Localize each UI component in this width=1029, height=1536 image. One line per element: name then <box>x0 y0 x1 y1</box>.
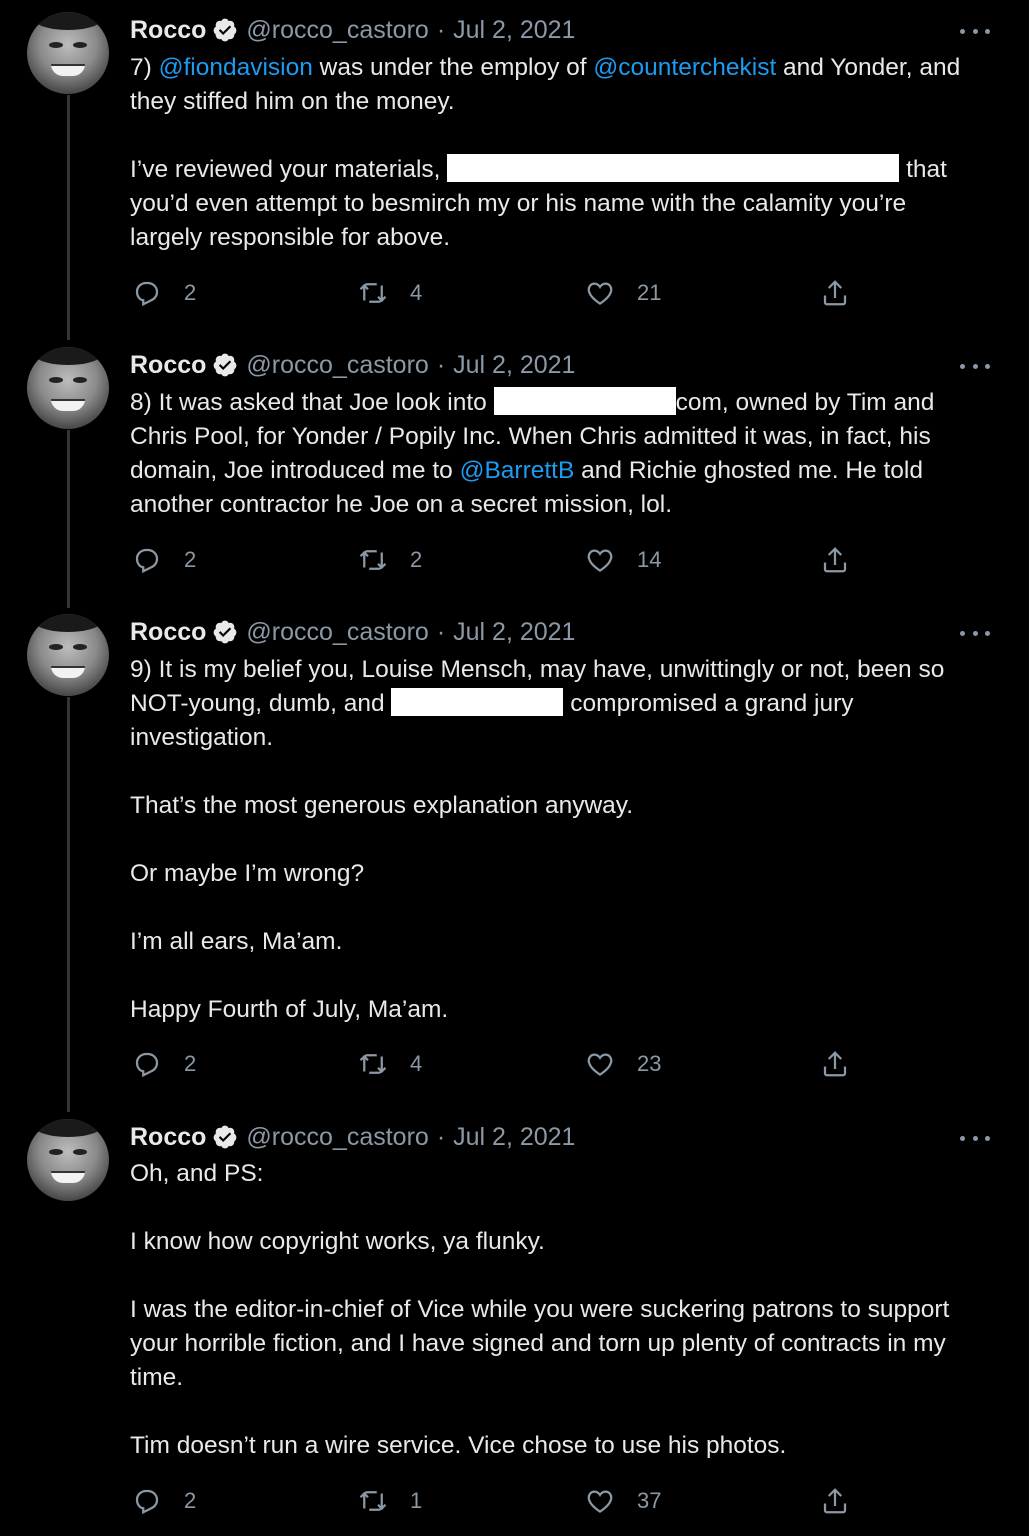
heart-icon <box>587 1490 613 1513</box>
retweet-icon <box>359 550 387 570</box>
more-options-icon[interactable] <box>960 626 990 640</box>
mention-link[interactable]: @fiondavision <box>159 54 313 81</box>
mention-link[interactable]: @BarrettB <box>460 457 575 484</box>
more-options-icon[interactable] <box>960 359 990 373</box>
reply-button[interactable]: 2 <box>132 276 196 310</box>
author-name[interactable]: Rocco <box>130 16 206 45</box>
tweet-actions: 2 4 21 <box>130 276 870 310</box>
avatar[interactable] <box>27 614 109 696</box>
retweet-button[interactable]: 4 <box>358 276 422 310</box>
author-name[interactable]: Rocco <box>130 1123 206 1152</box>
share-icon <box>823 1488 847 1514</box>
share-button[interactable] <box>820 276 850 310</box>
tweet-header: Rocco @rocco_castoro · Jul 2, 2021 <box>130 616 575 648</box>
tweet-actions: 2 1 37 <box>130 1484 870 1518</box>
author-name[interactable]: Rocco <box>130 351 206 380</box>
separator-dot: · <box>436 1122 446 1151</box>
tweet-text: 9) It is my belief you, Louise Mensch, m… <box>130 656 945 1023</box>
author-handle[interactable]: @rocco_castoro <box>246 618 428 647</box>
tweet-actions: 2 2 14 <box>130 543 870 577</box>
redaction-bar <box>391 688 564 716</box>
avatar[interactable] <box>27 347 109 429</box>
reply-icon <box>135 1052 159 1078</box>
tweet-text: 7) @fiondavision was under the employ of… <box>130 54 961 251</box>
heart-icon <box>587 549 613 572</box>
like-button[interactable]: 21 <box>585 276 661 310</box>
tweet-date[interactable]: Jul 2, 2021 <box>453 351 575 380</box>
like-button[interactable]: 23 <box>585 1047 661 1081</box>
more-options-icon[interactable] <box>960 1131 990 1145</box>
redaction-bar <box>493 387 676 415</box>
author-name[interactable]: Rocco <box>130 618 206 647</box>
retweet-button[interactable]: 2 <box>358 543 422 577</box>
tweet-date[interactable]: Jul 2, 2021 <box>453 1123 575 1152</box>
tweet-header: Rocco @rocco_castoro · Jul 2, 2021 <box>130 349 575 381</box>
tweet-date[interactable]: Jul 2, 2021 <box>453 16 575 45</box>
thread-line <box>67 430 70 608</box>
verified-badge-icon <box>214 1125 237 1149</box>
more-options-icon[interactable] <box>960 24 990 38</box>
mention-link[interactable]: @counterchekist <box>593 54 776 81</box>
verified-badge-icon <box>214 353 237 377</box>
tweet-header: Rocco @rocco_castoro · Jul 2, 2021 <box>130 14 575 46</box>
retweet-icon <box>359 283 387 303</box>
retweet-icon <box>359 1054 387 1074</box>
tweet-actions: 2 4 23 <box>130 1047 870 1081</box>
verified-badge-icon <box>214 620 237 644</box>
heart-icon <box>587 282 613 305</box>
like-button[interactable]: 37 <box>585 1484 661 1518</box>
tweet-header: Rocco @rocco_castoro · Jul 2, 2021 <box>130 1121 575 1153</box>
reply-icon <box>135 548 159 574</box>
thread-line <box>67 95 70 340</box>
separator-dot: · <box>436 15 446 44</box>
share-icon <box>823 280 847 306</box>
author-handle[interactable]: @rocco_castoro <box>246 1123 428 1152</box>
reply-icon <box>135 281 159 307</box>
retweet-button[interactable]: 4 <box>358 1047 422 1081</box>
thread-line <box>67 697 70 1112</box>
separator-dot: · <box>436 617 446 646</box>
avatar[interactable] <box>27 1119 109 1201</box>
redaction-bar <box>447 154 900 182</box>
author-handle[interactable]: @rocco_castoro <box>246 351 428 380</box>
separator-dot: · <box>436 350 446 379</box>
tweet-date[interactable]: Jul 2, 2021 <box>453 618 575 647</box>
author-handle[interactable]: @rocco_castoro <box>246 16 428 45</box>
reply-button[interactable]: 2 <box>132 1484 196 1518</box>
reply-button[interactable]: 2 <box>132 1047 196 1081</box>
reply-button[interactable]: 2 <box>132 543 196 577</box>
share-button[interactable] <box>820 543 850 577</box>
tweet-text: 8) It was asked that Joe look into com, … <box>130 387 935 518</box>
share-icon <box>823 1051 847 1077</box>
reply-icon <box>135 1489 159 1515</box>
share-button[interactable] <box>820 1047 850 1081</box>
avatar[interactable] <box>27 12 109 94</box>
retweet-button[interactable]: 1 <box>358 1484 422 1518</box>
verified-badge-icon <box>214 18 237 42</box>
share-icon <box>823 547 847 573</box>
like-button[interactable]: 14 <box>585 543 661 577</box>
share-button[interactable] <box>820 1484 850 1518</box>
tweet-text: Oh, and PS: I know how copyright works, … <box>130 1160 950 1459</box>
retweet-icon <box>359 1491 387 1511</box>
heart-icon <box>587 1053 613 1076</box>
